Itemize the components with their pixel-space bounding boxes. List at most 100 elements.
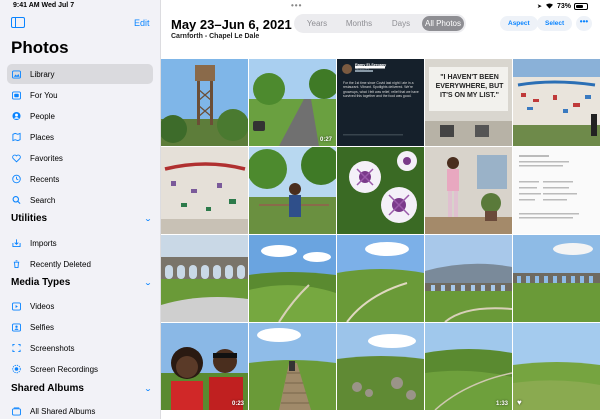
segment-years[interactable]: Years: [296, 16, 338, 31]
sidebar-item-screen-recordings[interactable]: Screen Recordings: [7, 359, 153, 379]
sidebar-item-label: Screen Recordings: [30, 364, 99, 374]
sidebar-toggle-icon[interactable]: [11, 17, 25, 28]
photo-thumbnail[interactable]: [161, 59, 248, 146]
photo-thumbnail[interactable]: [513, 59, 600, 146]
sidebar-item-places[interactable]: Places: [7, 127, 153, 147]
screenshot-icon: [12, 343, 21, 353]
photo-thumbnail[interactable]: "I HAVEN'T BEEN EVERYWHERE, BUT IT'S ON …: [425, 59, 512, 146]
sidebar-item-label: Imports: [30, 238, 57, 248]
photo-thumbnail[interactable]: [249, 235, 336, 322]
sidebar-item-recents[interactable]: Recents: [7, 169, 153, 189]
sidebar-title: Photos: [11, 38, 69, 57]
chevron-down-icon: ⌄: [143, 385, 153, 393]
sidebar-item-label: Library: [30, 69, 55, 79]
photo-thumbnail[interactable]: 0:27: [249, 59, 336, 146]
photo-thumbnail[interactable]: [337, 147, 424, 234]
select-button[interactable]: Select: [537, 16, 573, 31]
sidebar-item-label: For You: [30, 90, 58, 100]
photo-thumbnail[interactable]: [337, 323, 424, 410]
segment-days[interactable]: Days: [380, 16, 422, 31]
chevron-down-icon: ⌄: [143, 279, 153, 287]
photo-thumbnail[interactable]: ♥: [513, 323, 600, 410]
battery-percent: 73%: [556, 3, 571, 10]
section-title: Media Types: [11, 277, 71, 288]
shared-album-icon: [12, 406, 21, 416]
sign-text: "I HAVEN'T BEEN EVERYWHERE, BUT IT'S ON …: [435, 74, 504, 99]
sidebar-item-videos[interactable]: Videos: [7, 296, 153, 316]
selfie-icon: [12, 322, 21, 332]
import-icon: [12, 239, 21, 248]
photo-thumbnail[interactable]: 1:33: [425, 323, 512, 410]
segment-all-photos[interactable]: All Photos: [422, 16, 464, 31]
tweet-handle: @ramy23: [355, 68, 369, 72]
video-duration: 0:27: [319, 137, 332, 143]
tweet-author: Ramy El-Sergany: [355, 63, 387, 67]
photo-grid: 0:27 Ramy El-Sergany @ramy23 For the 1st ti…: [161, 59, 600, 410]
sidebar-item-label: Recents: [30, 174, 60, 184]
sidebar-item-label: Recently Deleted: [30, 259, 91, 269]
photo-thumbnail[interactable]: Ramy El-Sergany @ramy23 For the 1st time s…: [337, 59, 424, 146]
wifi-icon: [545, 2, 554, 11]
video-duration: 1:33: [495, 401, 508, 407]
sidebar-item-screenshots[interactable]: Screenshots: [7, 338, 153, 358]
more-button[interactable]: •••: [576, 16, 592, 31]
places-icon: [12, 132, 21, 142]
people-icon: [12, 111, 21, 121]
photo-thumbnail[interactable]: [161, 235, 248, 322]
location-subtitle[interactable]: Carnforth - Chapel Le Dale: [171, 33, 259, 40]
sidebar-item-label: Favorites: [30, 153, 63, 163]
photo-library-icon: [12, 69, 21, 79]
photo-thumbnail[interactable]: [513, 235, 600, 322]
aspect-button[interactable]: Aspect: [500, 16, 538, 31]
status-bar: 9:41 AM Wed Jul 7 ••• ➤ 73%: [0, 0, 600, 12]
sidebar-item-label: Videos: [30, 301, 55, 311]
section-title: Utilities: [11, 213, 48, 224]
status-time: 9:41 AM Wed Jul 7: [13, 2, 75, 9]
multitasking-dots[interactable]: •••: [291, 1, 302, 10]
heart-icon: [12, 154, 21, 163]
sidebar-item-imports[interactable]: Imports: [7, 233, 153, 253]
sidebar-item-favorites[interactable]: Favorites: [7, 148, 153, 168]
sidebar-item-people[interactable]: People: [7, 106, 153, 126]
sidebar-item-for-you[interactable]: For You: [7, 85, 153, 105]
section-title: Shared Albums: [11, 383, 84, 394]
photo-thumbnail[interactable]: 0:23: [161, 323, 248, 410]
section-header-shared-albums[interactable]: Shared Albums ⌄: [11, 383, 153, 394]
photo-thumbnail[interactable]: [161, 147, 248, 234]
main-content: May 23–Jun 6, 2021 Carnforth - Chapel Le…: [161, 0, 600, 419]
photo-thumbnail[interactable]: [337, 235, 424, 322]
for-you-icon: [12, 90, 21, 100]
clock-icon: [12, 174, 21, 184]
sidebar-item-all-shared-albums[interactable]: All Shared Albums: [7, 401, 153, 419]
tweet-text: For the 1st time since Covid last night …: [343, 81, 419, 98]
sidebar-item-label: Screenshots: [30, 343, 75, 353]
status-right: ➤ 73%: [537, 2, 588, 11]
section-header-utilities[interactable]: Utilities ⌄: [11, 213, 152, 224]
video-duration: 0:23: [231, 401, 244, 407]
screen-recording-icon: [12, 364, 21, 374]
sidebar-item-label: Places: [30, 132, 55, 142]
sidebar-item-label: All Shared Albums: [30, 406, 96, 416]
photo-thumbnail[interactable]: [513, 147, 600, 234]
sidebar: Edit Photos Library For You People Places Fa…: [0, 0, 161, 419]
edit-button[interactable]: Edit: [134, 18, 150, 28]
segment-months[interactable]: Months: [338, 16, 380, 31]
favorite-heart-icon: ♥: [517, 398, 522, 407]
page-title: May 23–Jun 6, 2021: [171, 17, 292, 32]
sidebar-item-label: Search: [30, 195, 56, 205]
photo-thumbnail[interactable]: [249, 323, 336, 410]
sidebar-item-selfies[interactable]: Selfies: [7, 317, 153, 337]
sidebar-item-recently-deleted[interactable]: Recently Deleted: [7, 254, 153, 274]
photo-thumbnail[interactable]: [425, 147, 512, 234]
location-icon: ➤: [536, 4, 542, 10]
view-segmented-control: Years Months Days All Photos: [294, 14, 466, 33]
photo-thumbnail[interactable]: [249, 147, 336, 234]
video-icon: [12, 301, 21, 311]
sidebar-item-library[interactable]: Library: [7, 64, 153, 84]
sidebar-item-label: Selfies: [30, 322, 55, 332]
trash-icon: [12, 260, 21, 269]
sidebar-item-search[interactable]: Search: [7, 190, 153, 210]
section-header-media-types[interactable]: Media Types ⌄: [11, 277, 153, 288]
photo-thumbnail[interactable]: [425, 235, 512, 322]
sidebar-item-label: People: [30, 111, 55, 121]
